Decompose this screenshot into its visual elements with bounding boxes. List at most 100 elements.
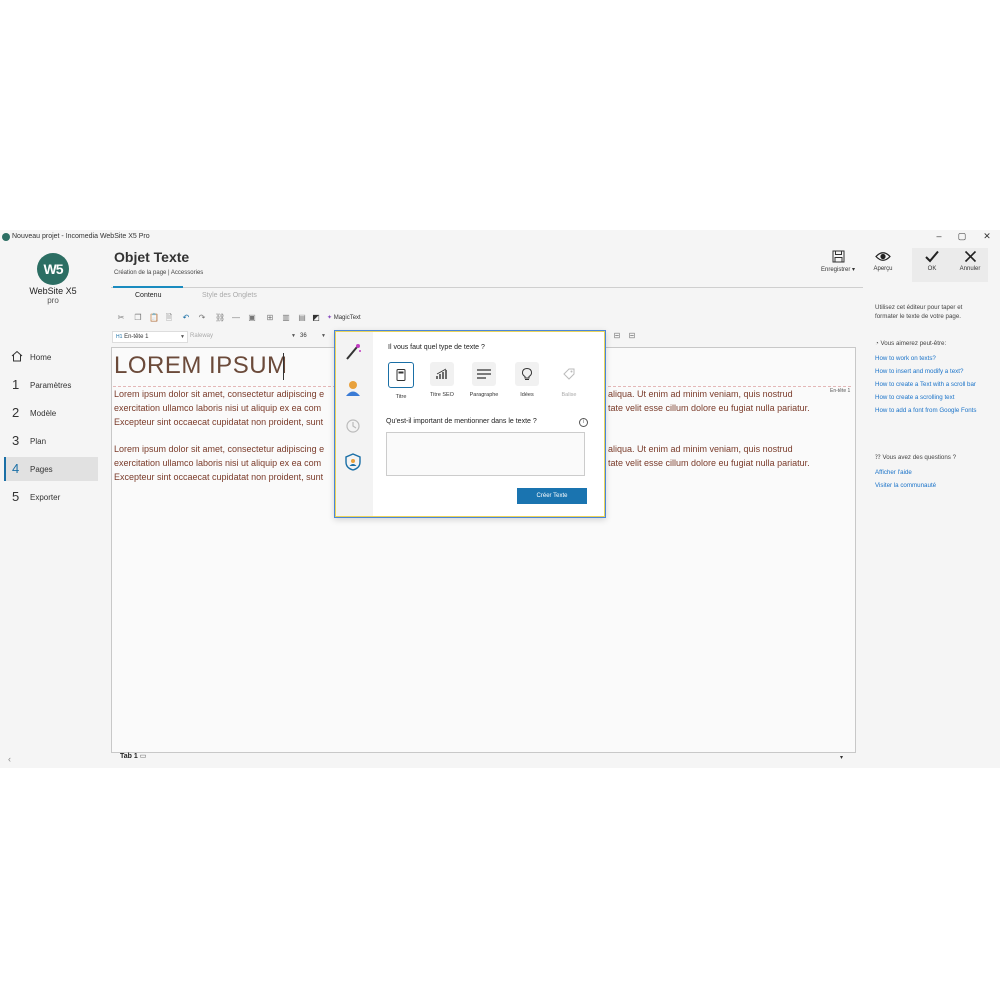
eye-icon xyxy=(875,252,891,261)
sidebar-collapse-button[interactable]: ‹ xyxy=(8,754,11,764)
magictext-label: MagicText xyxy=(333,315,361,321)
option-balise[interactable]: Balise xyxy=(549,362,589,398)
cut-icon[interactable]: ✂ xyxy=(116,313,126,323)
save-button[interactable]: Enregistrer ▾ xyxy=(818,250,858,273)
sidebar-item-label: Paramètres xyxy=(30,381,72,390)
option-titre[interactable]: Titre xyxy=(381,362,421,400)
row-icon[interactable]: ▤ xyxy=(297,313,307,323)
para-line: tate velit esse cillum dolore eu fugiat … xyxy=(608,403,810,413)
option-idees[interactable]: Idées xyxy=(507,362,547,398)
writer-persona-icon[interactable] xyxy=(343,378,363,398)
cancel-button[interactable]: Annuler xyxy=(950,250,990,272)
option-label: Titre SEO xyxy=(430,392,454,398)
paste-icon[interactable]: 📋 xyxy=(149,313,159,323)
text-caret xyxy=(283,353,284,380)
mention-textarea[interactable] xyxy=(386,432,585,476)
maybe-heading-text: Vous aimerez peut-être: xyxy=(880,340,947,347)
para-line: tate velit esse cillum dolore eu fugiat … xyxy=(608,458,810,468)
copy-icon[interactable]: ❐ xyxy=(133,313,143,323)
size-select-value: 36 xyxy=(300,333,307,339)
sidebar-item-exporter[interactable]: 5 Exporter xyxy=(4,485,98,509)
paragraph-1-right[interactable]: aliqua. Ut enim ad minim veniam, quis no… xyxy=(608,387,838,415)
sidebar-item-plan[interactable]: 3 Plan xyxy=(4,429,98,453)
titre-option-box xyxy=(388,362,414,388)
tab-style-onglets[interactable]: Style des Onglets xyxy=(202,292,257,299)
option-label: Idées xyxy=(520,392,534,398)
ok-button[interactable]: OK xyxy=(912,250,952,272)
size-select[interactable]: 36 ▼ xyxy=(300,331,328,341)
magic-wand-icon[interactable] xyxy=(343,342,363,362)
questions-icon: ⁇ xyxy=(875,454,881,461)
history-icon[interactable] xyxy=(343,416,363,436)
tab-contenu[interactable]: Contenu xyxy=(112,286,185,299)
color-icon[interactable]: ◩ xyxy=(311,313,321,323)
show-help-link[interactable]: Afficher l'aide xyxy=(875,468,985,477)
sidebar-item-modele[interactable]: 2 Modèle xyxy=(4,401,98,425)
indent-icon[interactable]: ⊟ xyxy=(612,331,622,341)
title-doc-icon xyxy=(396,369,406,381)
title-bar: Nouveau projet - Incomedia WebSite X5 Pr… xyxy=(0,230,1000,244)
redo-icon[interactable]: ↷ xyxy=(197,313,207,323)
help-link[interactable]: How to add a font from Google Fonts xyxy=(875,406,985,415)
editor-tab-1[interactable]: Tab 1 ▭ xyxy=(120,752,146,760)
community-link[interactable]: Visiter la communauté xyxy=(875,481,985,490)
brand-edition: pro xyxy=(47,296,59,305)
option-titre-seo[interactable]: Titre SEO xyxy=(422,362,462,398)
column-icon[interactable]: ▥ xyxy=(281,313,291,323)
help-link[interactable]: How to create a Text with a scroll bar xyxy=(875,380,985,389)
step-number: 2 xyxy=(12,405,20,420)
minimize-button[interactable]: – xyxy=(932,231,946,241)
para-line: aliqua. Ut enim ad minim veniam, quis no… xyxy=(608,444,793,454)
questions-heading-text: Vous avez des questions ? xyxy=(882,454,957,461)
chevron-down-icon: ▼ xyxy=(291,333,296,339)
add-tab-icon[interactable]: ▭ xyxy=(140,753,147,760)
editor-heading[interactable]: LOREM IPSUM xyxy=(114,352,288,380)
step-number: 4 xyxy=(12,461,20,476)
help-intro: Utilisez cet éditeur pour taper et forma… xyxy=(875,304,963,320)
heading-icon: H1 xyxy=(116,334,123,340)
magictext-button[interactable]: ✦ MagicText xyxy=(327,314,361,321)
image-icon[interactable]: ▣ xyxy=(247,313,257,323)
option-paragraphe[interactable]: Paragraphe xyxy=(464,362,504,398)
brand-logo: W5 xyxy=(37,253,69,285)
paste-special-icon[interactable]: 🗎 xyxy=(164,313,174,323)
editor-scroll-down-icon[interactable]: ▾ xyxy=(840,754,843,761)
option-label: Paragraphe xyxy=(469,392,499,398)
maybe-heading: ◔ Vous aimerez peut-être: xyxy=(875,339,985,348)
style-select[interactable]: H1 En-tête 1 ▼ xyxy=(112,331,188,343)
check-icon xyxy=(925,250,939,263)
maximize-button[interactable]: ▢ xyxy=(955,231,969,242)
option-label: Titre xyxy=(395,394,407,400)
paragraph-2-right[interactable]: aliqua. Ut enim ad minim veniam, quis no… xyxy=(608,442,838,470)
questions-heading: ⁇ Vous avez des questions ? xyxy=(875,453,985,462)
horizontal-rule-icon[interactable]: ― xyxy=(231,313,241,323)
tag-icon xyxy=(563,368,575,380)
style-select-value: En-tête 1 xyxy=(124,334,149,340)
breadcrumb: Création de la page | Accessories xyxy=(114,270,204,276)
sidebar-item-parametres[interactable]: 1 Paramètres xyxy=(4,373,98,397)
help-link[interactable]: How to insert and modify a text? xyxy=(875,367,985,376)
sidebar-item-home[interactable]: Home xyxy=(4,345,98,369)
font-select-value: Raleway xyxy=(190,333,214,339)
community-links: Afficher l'aide Visiter la communauté xyxy=(875,468,985,494)
font-select[interactable]: Raleway ▼ xyxy=(190,331,298,341)
undo-icon[interactable]: ↶ xyxy=(181,313,191,323)
seo-option-box xyxy=(430,362,454,386)
close-button[interactable]: ✕ xyxy=(980,231,994,242)
preview-button[interactable]: Aperçu xyxy=(863,250,903,272)
outdent-icon[interactable]: ⊟ xyxy=(627,331,637,341)
sidebar-item-label: Exporter xyxy=(30,493,61,502)
preview-label: Aperçu xyxy=(873,266,893,272)
step-number: 1 xyxy=(12,377,20,392)
link-icon[interactable]: ⛓ xyxy=(215,313,225,323)
info-icon[interactable]: i xyxy=(579,418,588,427)
sidebar-item-pages[interactable]: 4 Pages xyxy=(4,457,98,481)
paragraph-icon xyxy=(477,369,491,379)
shield-user-icon[interactable] xyxy=(343,452,363,472)
sidebar-item-label: Modèle xyxy=(30,409,57,418)
help-link[interactable]: How to work on texts? xyxy=(875,354,985,363)
create-text-button[interactable]: Créer Texte xyxy=(517,488,587,504)
help-link[interactable]: How to create a scrolling text xyxy=(875,393,985,402)
sidebar-item-label: Pages xyxy=(30,465,53,474)
table-icon[interactable]: ⊞ xyxy=(265,313,275,323)
